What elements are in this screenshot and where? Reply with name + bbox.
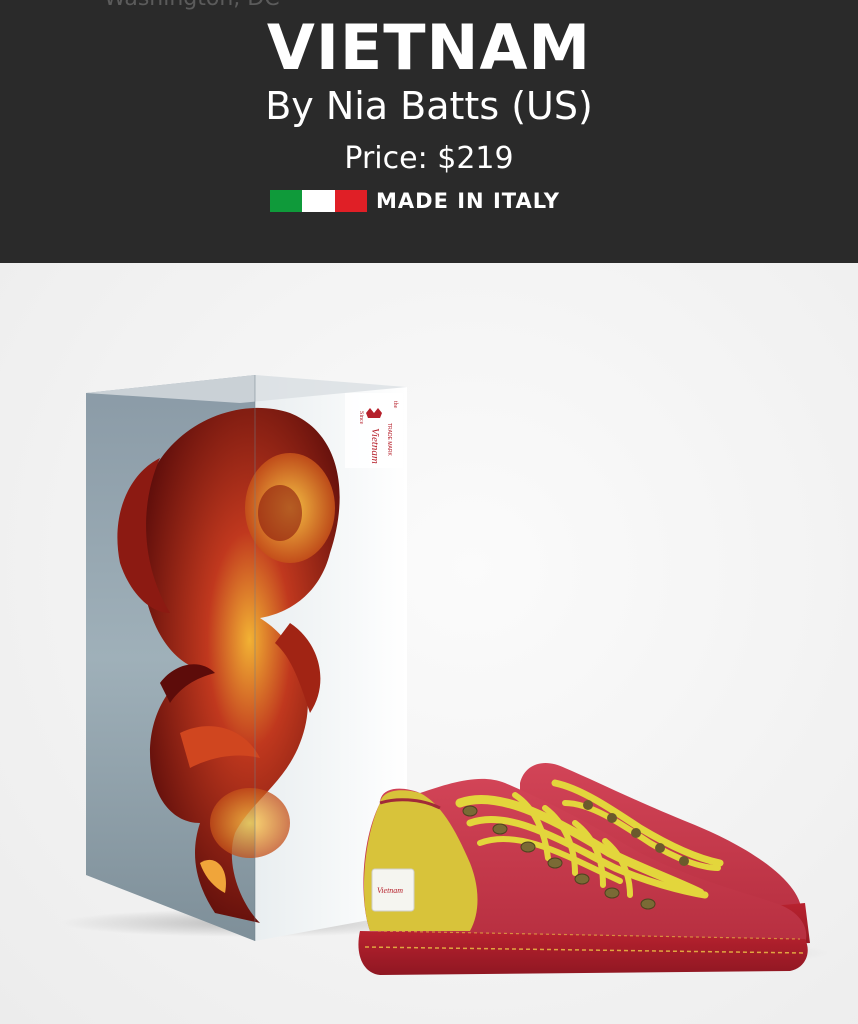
box-label-brand: Vietnam: [369, 428, 381, 464]
made-in-italy-badge: MADE IN ITALY: [270, 189, 560, 213]
box-label-since: Since: [358, 411, 364, 425]
box-label-trademark: TRADE MARK: [386, 423, 392, 456]
price-label: Price: $219: [344, 141, 514, 176]
heel-tag-text: Vietnam: [377, 886, 403, 895]
location-text: Washington, DC: [104, 0, 280, 11]
product-illustration: Since Vietnam TRADE MARK the Vietnam: [60, 375, 830, 975]
product-header: Washington, DC VIETNAM By Nia Batts (US)…: [0, 0, 858, 263]
flag-stripe-red: [334, 190, 367, 212]
shoe-box: Since Vietnam TRADE MARK the: [86, 375, 407, 941]
product-image[interactable]: Since Vietnam TRADE MARK the Vietnam: [0, 263, 858, 1024]
flag-stripe-green: [270, 190, 303, 212]
product-page: Washington, DC VIETNAM By Nia Batts (US)…: [0, 0, 858, 1024]
italy-flag-icon: [270, 190, 367, 212]
box-label-the: the: [392, 401, 398, 409]
flag-stripe-white: [302, 190, 335, 212]
designer-name: By Nia Batts (US): [265, 84, 593, 128]
made-in-label: MADE IN ITALY: [376, 189, 561, 213]
box-label: Since Vietnam TRADE MARK the: [345, 393, 403, 468]
product-title: VIETNAM: [266, 11, 592, 84]
